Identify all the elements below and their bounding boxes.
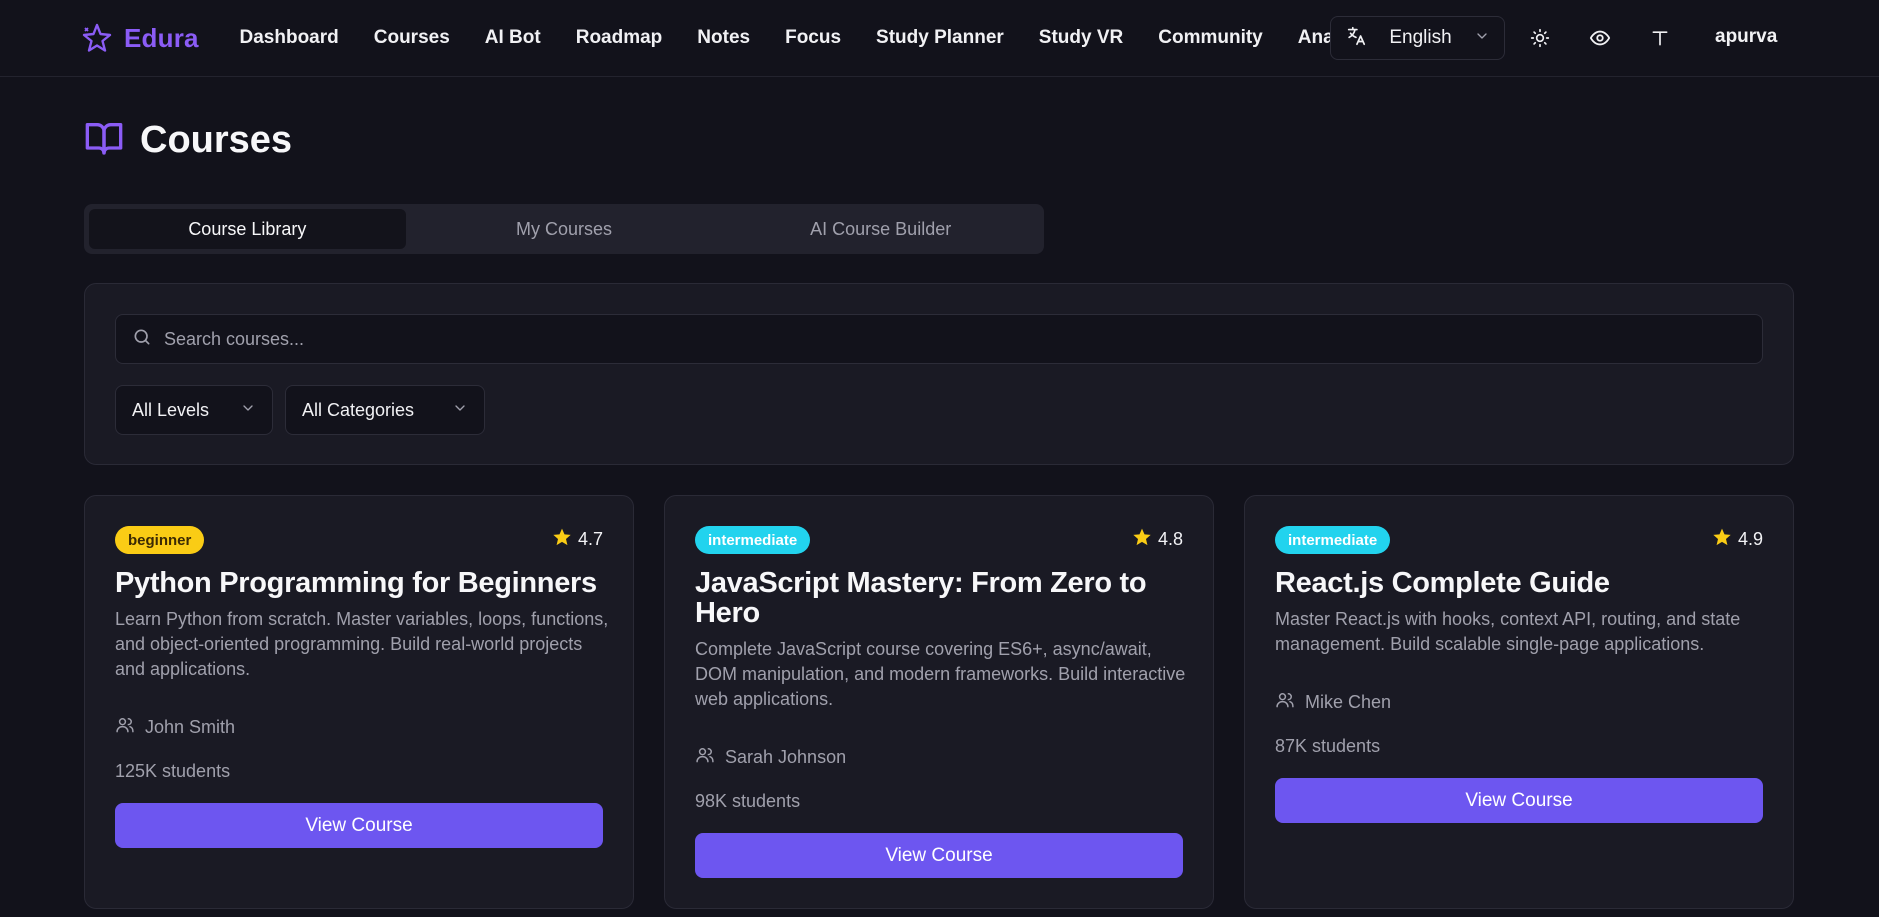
star-icon: [1712, 527, 1732, 552]
instructor-name: Sarah Johnson: [725, 747, 847, 767]
nav-courses[interactable]: Courses: [356, 27, 467, 49]
nav-dashboard[interactable]: Dashboard: [222, 27, 356, 49]
sparkle-star-icon: [80, 21, 114, 55]
language-value: English: [1389, 27, 1452, 48]
users-icon: [115, 715, 135, 740]
course-card: beginner 4.7 Python Programming for Begi…: [84, 495, 634, 909]
level-select-value: All Levels: [132, 399, 210, 420]
course-description: Learn Python from scratch. Master variab…: [115, 609, 609, 679]
rating: 4.7: [552, 527, 603, 552]
book-open-icon: [84, 118, 124, 163]
nav-ai-bot[interactable]: AI Bot: [467, 27, 558, 49]
student-count: 98K students: [695, 791, 801, 811]
level-badge: intermediate: [695, 526, 811, 554]
view-course-button[interactable]: View Course: [695, 833, 1183, 878]
instructor-name: Mike Chen: [1305, 692, 1392, 712]
nav-focus[interactable]: Focus: [768, 27, 859, 49]
course-title: Python Programming for Beginners: [115, 567, 597, 599]
rating-value: 4.8: [1157, 529, 1183, 549]
filter-panel: All Levels All Categories: [84, 283, 1794, 465]
users-icon: [695, 745, 715, 770]
search-icon: [132, 327, 152, 352]
tab-course-library[interactable]: Course Library: [89, 209, 406, 249]
eye-icon[interactable]: [1586, 24, 1614, 52]
nav-notes[interactable]: Notes: [680, 27, 768, 49]
rating-value: 4.7: [577, 529, 603, 549]
category-select-value: All Categories: [302, 399, 415, 420]
chevron-down-icon: [1474, 28, 1490, 49]
rating-value: 4.9: [1737, 529, 1763, 549]
course-description: Master React.js with hooks, context API,…: [1275, 609, 1741, 654]
star-icon: [552, 527, 572, 552]
user-menu[interactable]: apurva: [1715, 26, 1777, 48]
rating: 4.9: [1712, 527, 1763, 552]
nav-roadmap[interactable]: Roadmap: [558, 27, 680, 49]
view-course-button[interactable]: View Course: [115, 803, 603, 848]
chevron-down-icon: [452, 400, 468, 421]
top-navbar: Edura Dashboard Courses AI Bot Roadmap N…: [0, 0, 1879, 77]
star-icon: [1132, 527, 1152, 552]
level-select[interactable]: All Levels: [115, 385, 273, 435]
instructor: Sarah Johnson: [695, 745, 846, 770]
course-card: intermediate 4.8 JavaScript Mastery: Fro…: [664, 495, 1214, 909]
course-description: Complete JavaScript course covering ES6+…: [695, 639, 1186, 709]
language-select[interactable]: English: [1330, 16, 1505, 60]
users-icon: [1275, 690, 1295, 715]
instructor: Mike Chen: [1275, 690, 1391, 715]
tab-my-courses[interactable]: My Courses: [406, 209, 723, 249]
instructor: John Smith: [115, 715, 235, 740]
rating: 4.8: [1132, 527, 1183, 552]
translate-icon: [1345, 25, 1367, 52]
course-title: JavaScript Mastery: From Zero to Hero: [695, 567, 1147, 629]
page-title: Courses: [140, 119, 293, 161]
brand-name: Edura: [124, 22, 199, 53]
level-badge: intermediate: [1275, 526, 1391, 554]
course-card: intermediate 4.9 React.js Complete Guide…: [1244, 495, 1794, 909]
main-nav: Dashboard Courses AI Bot Roadmap Notes F…: [222, 18, 1400, 58]
text-size-icon[interactable]: [1646, 24, 1674, 52]
brand-logo[interactable]: Edura: [80, 20, 199, 56]
sun-icon[interactable]: [1526, 24, 1554, 52]
course-title: React.js Complete Guide: [1275, 567, 1610, 599]
student-count: 87K students: [1275, 736, 1381, 756]
category-select[interactable]: All Categories: [285, 385, 485, 435]
nav-study-vr[interactable]: Study VR: [1021, 27, 1140, 49]
search-input[interactable]: [164, 315, 1762, 363]
page-header: Courses: [84, 118, 292, 163]
tab-ai-course-builder[interactable]: AI Course Builder: [722, 209, 1039, 249]
nav-study-planner[interactable]: Study Planner: [859, 27, 1022, 49]
student-count: 125K students: [115, 761, 231, 781]
nav-community[interactable]: Community: [1141, 27, 1281, 49]
course-tabs: Course Library My Courses AI Course Buil…: [84, 204, 1044, 254]
search-box: [115, 314, 1763, 364]
level-badge: beginner: [115, 526, 205, 554]
view-course-button[interactable]: View Course: [1275, 778, 1763, 823]
instructor-name: John Smith: [145, 717, 236, 737]
chevron-down-icon: [240, 400, 256, 421]
